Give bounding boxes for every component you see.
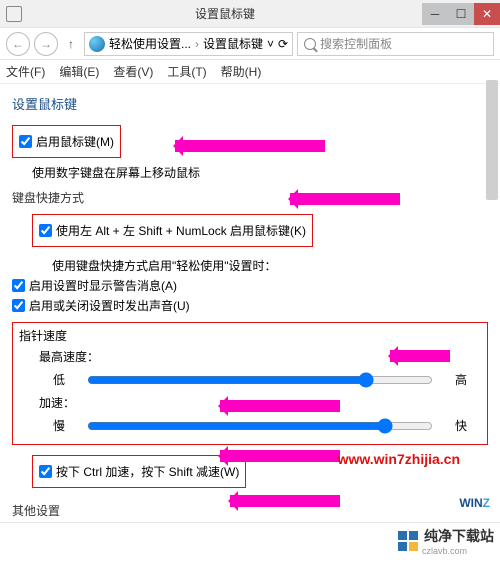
maximize-button[interactable]: ☐	[448, 3, 474, 25]
refresh-button[interactable]: ⟳	[278, 37, 288, 51]
shortcut-description: 使用键盘快捷方式启用"轻松使用"设置时：	[52, 257, 488, 274]
menu-view[interactable]: 查看(V)	[113, 63, 153, 80]
breadcrumb-seg2[interactable]: 设置鼠标键	[203, 35, 263, 52]
shortcut-group-label: 键盘快捷方式	[12, 189, 488, 206]
speed-group-label: 指针速度	[19, 327, 481, 344]
menu-file[interactable]: 文件(F)	[6, 63, 45, 80]
ok-button[interactable]: 确定(O)	[414, 531, 486, 555]
use-shortcut-row[interactable]: 使用左 Alt + 左 Shift + NumLock 启用鼠标键(K)	[39, 222, 306, 239]
window-icon	[6, 6, 22, 22]
control-panel-icon	[89, 36, 105, 52]
navbar: ← → ↑ 轻松使用设置... › 设置鼠标键 ˅ ⟳ 搜索控制面板	[0, 28, 500, 60]
menu-edit[interactable]: 编辑(E)	[59, 63, 99, 80]
top-speed-slider[interactable]	[87, 372, 433, 388]
content-area: 设置鼠标键 启用鼠标键(M) 使用数字键盘在屏幕上移动鼠标 键盘快捷方式 使用左…	[0, 84, 500, 522]
window-title: 设置鼠标键	[28, 5, 422, 22]
speed-low-label: 低	[39, 371, 79, 388]
breadcrumb-dropdown[interactable]: ˅	[267, 37, 274, 51]
highlight-speed: 指针速度 最高速度： 低 高 加速： 慢 快	[12, 322, 488, 445]
breadcrumb[interactable]: 轻松使用设置... › 设置鼠标键 ˅ ⟳	[84, 32, 293, 56]
accel-label: 加速：	[39, 394, 481, 411]
accel-slider[interactable]	[87, 418, 433, 434]
close-button[interactable]: ✕	[474, 3, 500, 25]
breadcrumb-seg1[interactable]: 轻松使用设置...	[109, 35, 191, 52]
enable-mousekeys-label: 启用鼠标键(M)	[36, 133, 114, 150]
use-shortcut-checkbox[interactable]	[39, 224, 52, 237]
scrollbar-thumb[interactable]	[486, 80, 498, 200]
search-placeholder: 搜索控制面板	[320, 35, 392, 52]
titlebar: 设置鼠标键 ─ ☐ ✕	[0, 0, 500, 28]
accel-slow-label: 慢	[39, 417, 79, 434]
forward-button[interactable]: →	[34, 32, 58, 56]
other-group-label: 其他设置	[12, 502, 488, 519]
menubar: 文件(F) 编辑(E) 查看(V) 工具(T) 帮助(H)	[0, 60, 500, 84]
accel-fast-label: 快	[441, 417, 481, 434]
highlight-shortcut: 使用左 Alt + 左 Shift + NumLock 启用鼠标键(K)	[32, 214, 313, 247]
top-speed-label: 最高速度：	[39, 348, 481, 365]
window-buttons: ─ ☐ ✕	[422, 3, 500, 25]
up-button[interactable]: ↑	[62, 35, 80, 53]
ctrl-shift-checkbox[interactable]	[39, 465, 52, 478]
warning-checkbox[interactable]	[12, 279, 25, 292]
ctrl-shift-row[interactable]: 按下 Ctrl 加速，按下 Shift 减速(W)	[39, 463, 239, 480]
button-bar: 确定(O)	[0, 522, 500, 562]
enable-mousekeys-row[interactable]: 启用鼠标键(M)	[19, 133, 114, 150]
ctrl-shift-label: 按下 Ctrl 加速，按下 Shift 减速(W)	[56, 463, 239, 480]
menu-tools[interactable]: 工具(T)	[167, 63, 206, 80]
highlight-enable: 启用鼠标键(M)	[12, 125, 121, 158]
minimize-button[interactable]: ─	[422, 3, 448, 25]
warning-row[interactable]: 启用设置时显示警告消息(A)	[12, 277, 488, 294]
sound-row[interactable]: 启用或关闭设置时发出声音(U)	[12, 297, 488, 314]
sound-checkbox[interactable]	[12, 299, 25, 312]
highlight-ctrl-shift: 按下 Ctrl 加速，按下 Shift 减速(W)	[32, 455, 246, 488]
back-button[interactable]: ←	[6, 32, 30, 56]
speed-high-label: 高	[441, 371, 481, 388]
page-title: 设置鼠标键	[12, 94, 488, 113]
accel-slider-row: 慢 快	[39, 417, 481, 434]
menu-help[interactable]: 帮助(H)	[221, 63, 262, 80]
warning-label: 启用设置时显示警告消息(A)	[29, 277, 177, 294]
search-icon	[304, 38, 316, 50]
sound-label: 启用或关闭设置时发出声音(U)	[29, 297, 190, 314]
top-speed-slider-row: 低 高	[39, 371, 481, 388]
chevron-right-icon: ›	[195, 37, 199, 51]
search-input[interactable]: 搜索控制面板	[297, 32, 494, 56]
enable-mousekeys-checkbox[interactable]	[19, 135, 32, 148]
use-shortcut-label: 使用左 Alt + 左 Shift + NumLock 启用鼠标键(K)	[56, 222, 306, 239]
enable-description: 使用数字键盘在屏幕上移动鼠标	[32, 164, 488, 181]
